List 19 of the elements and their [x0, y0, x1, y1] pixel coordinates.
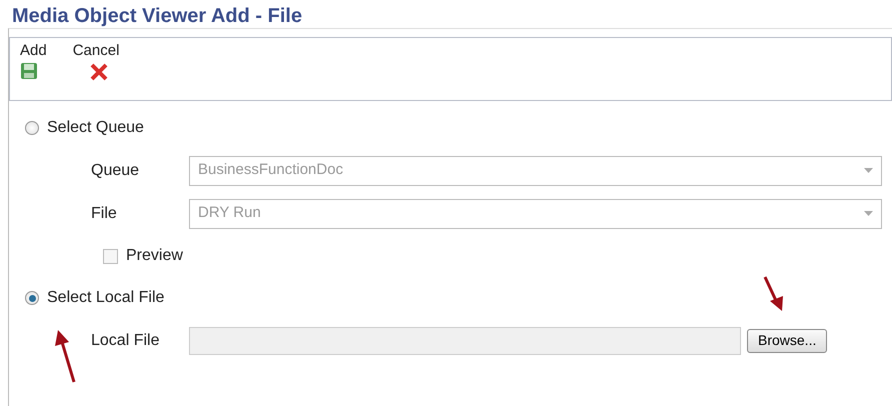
caret-icon: [864, 168, 873, 173]
option-label: Select Local File: [47, 288, 164, 308]
save-icon: [20, 62, 38, 80]
field-label: Local File: [90, 330, 160, 350]
annotation-arrow: [55, 330, 76, 382]
close-icon: [88, 62, 109, 82]
checkbox-label: Preview: [126, 246, 183, 266]
option-label: Select Queue: [47, 118, 144, 138]
field-label: Queue: [90, 160, 140, 180]
radio-button[interactable]: [25, 121, 39, 135]
add-button[interactable]: Add: [20, 42, 47, 96]
file-path-field[interactable]: [189, 326, 741, 354]
field-label: File: [90, 204, 118, 224]
annotation-arrow: [764, 276, 783, 311]
radio-button[interactable]: [25, 291, 39, 305]
cancel-button[interactable]: Cancel: [72, 42, 120, 96]
window-title: Media Object Viewer Add - File: [11, 4, 304, 28]
browse-button[interactable]: Browse...: [747, 328, 828, 352]
caret-icon: [864, 211, 873, 216]
